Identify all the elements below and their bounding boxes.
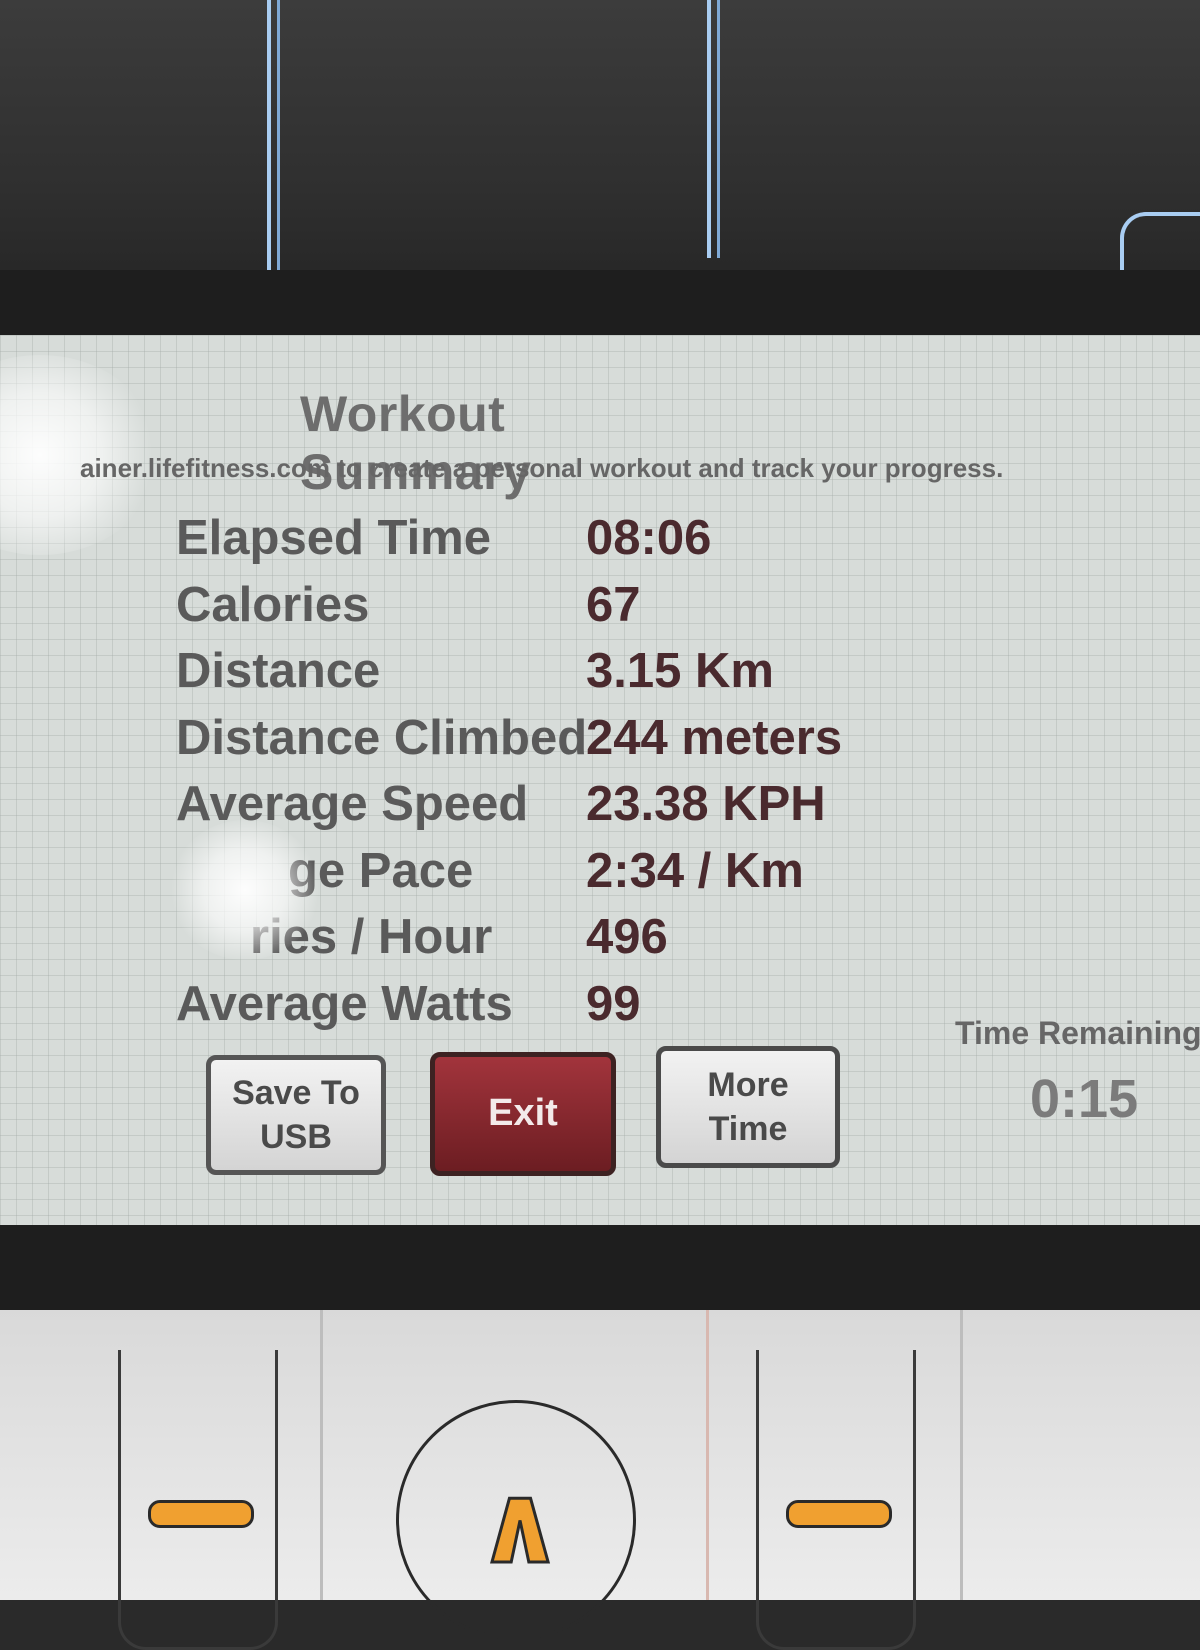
console-top-panel [0,0,1200,296]
metric-value: 496 [586,910,668,964]
more-time-button[interactable]: More Time [656,1046,840,1168]
console-trim-line [707,0,711,258]
metric-label: Calories [176,577,370,632]
subtitle-hint: ainer.lifefitness.com to create a person… [80,453,1004,483]
save-to-usb-button[interactable]: Save To USB [206,1055,386,1175]
console-trim-line [717,0,720,258]
screen-glare [170,820,320,960]
keypad-seam [960,1310,963,1600]
save-to-usb-label: Save To USB [232,1073,360,1156]
metric-value: 23.38 KPH [586,777,826,831]
metric-value: 3.15 Km [586,644,774,698]
minus-icon[interactable] [786,1500,892,1528]
keypad-panel: ∧ [0,1310,1200,1650]
metric-value: 244 meters [586,710,843,765]
time-remaining-label: Time Remaining [955,1015,1200,1051]
metric-label: Elapsed Time [176,511,492,565]
console-trim-line [277,0,280,270]
metric-label: Distance Climbed [176,710,588,765]
metric-value: 2:34 / Km [586,843,804,898]
minus-icon[interactable] [148,1500,254,1528]
keypad-seam [320,1310,323,1600]
more-time-label: More Time [707,1065,789,1148]
time-remaining-value: 0:15 [1030,1069,1139,1129]
metric-value: 67 [586,577,641,632]
metric-label: Distance [176,644,381,698]
up-arrow-icon[interactable]: ∧ [470,1460,570,1588]
exit-label: Exit [488,1092,558,1135]
exit-button[interactable]: Exit [430,1052,616,1176]
metric-value: 08:06 [586,511,712,565]
keypad-seam [706,1310,709,1600]
lcd-screen: Workout Summary ainer.lifefitness.com to… [0,335,1200,1225]
metric-label: Average Watts [176,976,513,1031]
console-trim-line [267,0,271,270]
metric-value: 99 [586,976,641,1031]
